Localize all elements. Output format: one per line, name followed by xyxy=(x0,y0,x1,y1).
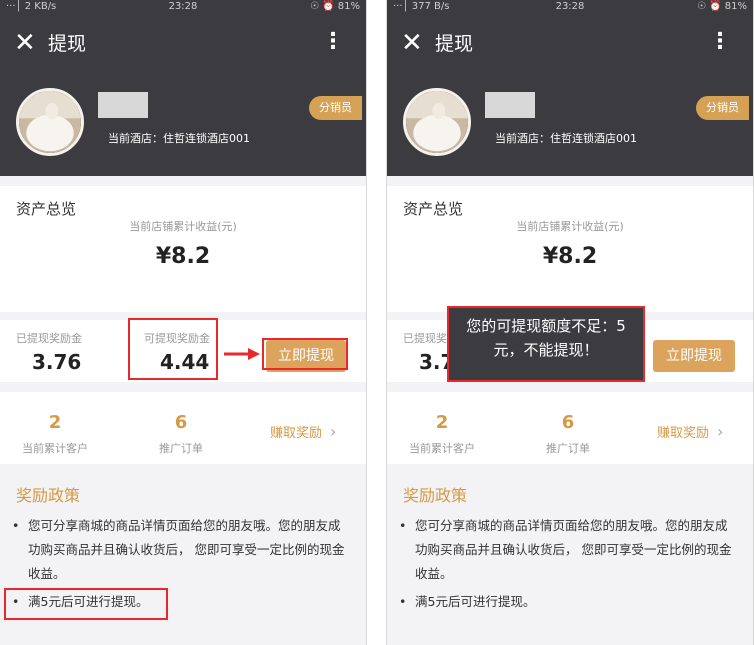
reward-policy: 奖励政策 • 您可分享商城的商品详情页面给您的朋友哦。您的朋友成功购买商品并且确… xyxy=(387,472,753,645)
policy-item-text: 满5元后可进行提现。 xyxy=(415,594,536,609)
screen-left: ‧‧‧│ 2 KB/s 23:28 ☉ ⏰ 81% ✕ 提现 ⋮ 当前酒店：住哲… xyxy=(0,0,366,645)
bullet: • xyxy=(399,594,407,609)
bullet: • xyxy=(399,518,407,533)
more-menu-icon[interactable]: ⋮ xyxy=(709,29,731,55)
stats-row: 2 当前累计客户 6 推广订单 赚取奖励 › xyxy=(387,392,753,464)
withdrawn-value: 3.76 xyxy=(32,350,82,374)
overview-title: 资产总览 xyxy=(403,200,464,218)
highlight-withdraw-button xyxy=(262,338,348,370)
customers-label: 当前累计客户 xyxy=(409,442,475,455)
wedding-dress-photo xyxy=(406,91,468,153)
earn-rewards-link[interactable]: 赚取奖励 › xyxy=(657,422,723,441)
orders-label: 推广订单 xyxy=(159,442,203,455)
annotation-arrow-icon xyxy=(224,348,260,360)
close-icon[interactable]: ✕ xyxy=(401,28,423,58)
chevron-right-icon: › xyxy=(717,422,724,441)
orders-label: 推广订单 xyxy=(546,442,590,455)
highlight-available-fund xyxy=(128,318,218,380)
customers-value: 2 xyxy=(435,412,449,433)
avatar xyxy=(403,88,471,156)
overview-subtitle: 当前店铺累计收益(元) xyxy=(516,220,624,233)
earn-rewards-label: 赚取奖励 xyxy=(270,426,323,441)
close-icon[interactable]: ✕ xyxy=(14,28,36,58)
app-bar: ✕ 提现 ⋮ xyxy=(387,14,753,76)
screen-right: ‧‧‧│ 377 B/s 23:28 ☉ ⏰ 81% ✕ 提现 ⋮ 当前酒店：住… xyxy=(387,0,753,645)
policy-item-text: 您可分享商城的商品详情页面给您的朋友哦。您的朋友成功购买商品并且确认收货后， 您… xyxy=(28,518,345,581)
page-title: 提现 xyxy=(435,33,474,55)
username-placeholder xyxy=(98,92,148,118)
wedding-dress-photo xyxy=(19,91,81,153)
username-placeholder xyxy=(485,92,535,118)
total-earnings: ¥8.2 xyxy=(542,244,598,269)
app-bar: ✕ 提现 ⋮ xyxy=(0,14,366,76)
current-hotel: 当前酒店：住哲连锁酒店001 xyxy=(108,132,250,145)
battery-status: ☉ ⏰ 81% xyxy=(310,1,360,12)
withdrawn-fund: 已提现奖励金 3.76 xyxy=(0,320,120,382)
current-hotel: 当前酒店：住哲连锁酒店001 xyxy=(495,132,637,145)
profile-header: 当前酒店：住哲连锁酒店001 分销员 xyxy=(387,76,753,176)
earn-rewards-link[interactable]: 赚取奖励 › xyxy=(270,422,336,441)
highlight-toast xyxy=(447,306,645,382)
total-earnings: ¥8.2 xyxy=(155,244,211,269)
orders-value: 6 xyxy=(174,412,188,433)
more-menu-icon[interactable]: ⋮ xyxy=(322,29,344,55)
withdrawn-label: 已提现奖励金 xyxy=(16,332,82,345)
policy-title: 奖励政策 xyxy=(16,486,81,505)
profile-header: 当前酒店：住哲连锁酒店001 分销员 xyxy=(0,76,366,176)
orders-value: 6 xyxy=(561,412,575,433)
distributor-badge[interactable]: 分销员 xyxy=(309,96,362,120)
bullet: • xyxy=(12,518,20,533)
stats-row: 2 当前累计客户 6 推广订单 赚取奖励 › xyxy=(0,392,366,464)
overview-title: 资产总览 xyxy=(16,200,77,218)
withdraw-button[interactable]: 立即提现 xyxy=(653,340,735,372)
distributor-badge[interactable]: 分销员 xyxy=(696,96,749,120)
asset-overview: 资产总览 当前店铺累计收益(元) ¥8.2 xyxy=(0,186,366,312)
highlight-policy-rule xyxy=(4,588,168,620)
chevron-right-icon: › xyxy=(330,422,337,441)
asset-overview: 资产总览 当前店铺累计收益(元) ¥8.2 xyxy=(387,186,753,312)
customers-label: 当前累计客户 xyxy=(22,442,88,455)
overview-subtitle: 当前店铺累计收益(元) xyxy=(129,220,237,233)
page-title: 提现 xyxy=(48,33,87,55)
policy-item-text: 您可分享商城的商品详情页面给您的朋友哦。您的朋友成功购买商品并且确认收货后， 您… xyxy=(415,518,732,581)
customers-value: 2 xyxy=(48,412,62,433)
status-bar: ‧‧‧│ 377 B/s 23:28 ☉ ⏰ 81% xyxy=(387,0,753,14)
earn-rewards-label: 赚取奖励 xyxy=(657,426,710,441)
policy-title: 奖励政策 xyxy=(403,486,468,505)
avatar xyxy=(16,88,84,156)
status-bar: ‧‧‧│ 2 KB/s 23:28 ☉ ⏰ 81% xyxy=(0,0,366,14)
battery-status: ☉ ⏰ 81% xyxy=(697,1,747,12)
